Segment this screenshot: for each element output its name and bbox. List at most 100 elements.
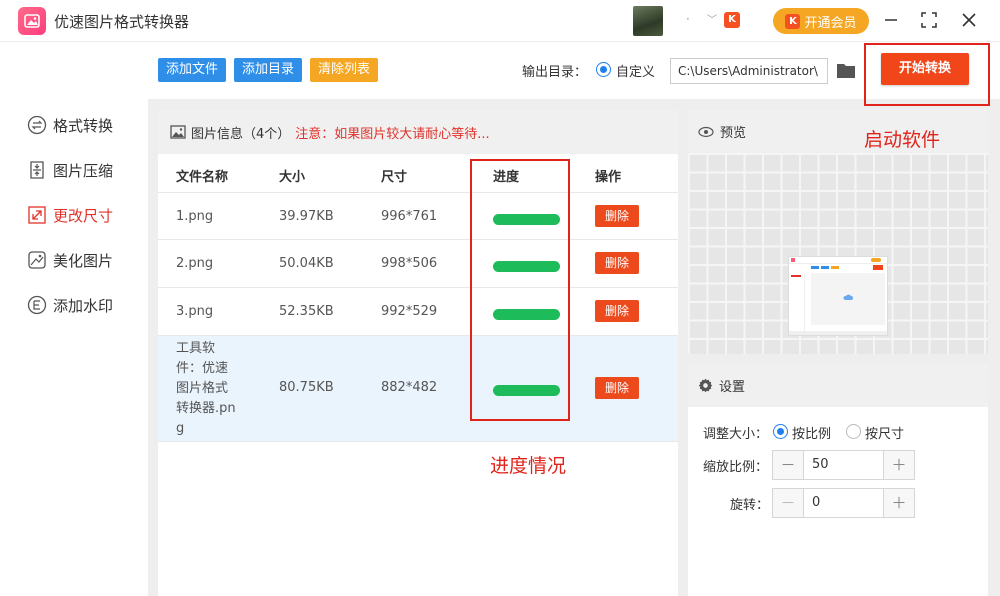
- eye-icon: [698, 126, 714, 137]
- clear-list-button[interactable]: 清除列表: [310, 58, 379, 82]
- preview-header: 预览: [688, 110, 988, 153]
- custom-output-label[interactable]: 自定义: [616, 61, 655, 80]
- output-dir-label: 输出目录：: [522, 65, 588, 80]
- format-convert-icon: [26, 115, 47, 136]
- file-dims: 992*529: [381, 304, 438, 319]
- notice-text: 注意：如果图片较大请耐心等待...: [295, 126, 490, 142]
- start-highlight-box: [864, 43, 990, 106]
- file-name-line: 件：优速: [176, 361, 229, 376]
- decrement-button[interactable]: －: [773, 451, 803, 479]
- maximize-icon: [921, 12, 937, 28]
- column-header-action: 操作: [595, 170, 622, 185]
- gear-icon: [698, 378, 713, 393]
- output-path-input[interactable]: C:\Users\Administrator\: [670, 58, 828, 84]
- preview-canvas: [688, 153, 988, 354]
- scale-ratio-input[interactable]: 50: [803, 451, 884, 479]
- preview-thumbnail: [788, 256, 888, 336]
- vip-label: 开通会员: [804, 15, 857, 31]
- minimize-icon: [885, 19, 897, 21]
- preview-panel: 预览: [688, 110, 988, 354]
- scale-mode-radio[interactable]: [773, 424, 788, 439]
- decrement-button[interactable]: －: [773, 489, 803, 517]
- column-header-dims: 尺寸: [381, 170, 408, 185]
- title-bar: 优速图片格式转换器 · ﹀ K K 开通会员: [0, 0, 1000, 42]
- close-icon: [962, 13, 976, 27]
- sidebar-item-label: 添加水印: [53, 296, 114, 315]
- cloud-icon: [843, 294, 853, 300]
- size-mode-label[interactable]: 按尺寸: [865, 423, 904, 442]
- preview-title: 预览: [720, 126, 747, 141]
- app-logo-icon: [18, 7, 46, 35]
- delete-button[interactable]: 删除: [595, 205, 639, 227]
- delete-button[interactable]: 删除: [595, 377, 639, 399]
- file-name-line: g: [176, 421, 185, 436]
- file-list-header: 图片信息（4个） 注意：如果图片较大请耐心等待...: [158, 110, 678, 154]
- resize-mode-label: 调整大小：: [703, 427, 769, 442]
- vip-k-icon: K: [785, 13, 801, 29]
- file-size: 50.04KB: [279, 256, 334, 271]
- scale-ratio-stepper[interactable]: － 50 ＋: [772, 450, 915, 480]
- file-name-line: 转换器.pn: [176, 401, 236, 416]
- settings-panel: 设置 调整大小： 按比例 按尺寸 缩放比例： － 50 ＋ 旋转： － 0 ＋: [688, 364, 988, 596]
- sidebar-item-beautify[interactable]: 美化图片: [26, 248, 113, 272]
- sidebar-item-format-convert[interactable]: 格式转换: [26, 113, 113, 137]
- image-icon: [170, 125, 186, 139]
- file-name-line: 工具软: [176, 341, 216, 356]
- open-vip-button[interactable]: K 开通会员: [773, 8, 869, 34]
- file-count-label: 图片信息（4个）: [191, 126, 291, 142]
- table-row[interactable]: 3.png 52.35KB 992*529 删除: [158, 288, 678, 336]
- file-name: 2.png: [176, 256, 214, 271]
- app-title: 优速图片格式转换器: [54, 13, 190, 31]
- maximize-button[interactable]: [918, 9, 940, 31]
- delete-button[interactable]: 删除: [595, 300, 639, 322]
- sidebar-item-compress[interactable]: 图片压缩: [26, 158, 113, 182]
- vip-badge-icon: K: [724, 12, 740, 28]
- annotation-start: 启动软件: [864, 129, 941, 151]
- user-name[interactable]: ·: [686, 12, 690, 26]
- progress-highlight-box: [470, 159, 570, 421]
- file-dims: 998*506: [381, 256, 438, 271]
- sidebar-item-watermark[interactable]: 添加水印: [26, 293, 113, 317]
- table-row[interactable]: 2.png 50.04KB 998*506 删除: [158, 240, 678, 288]
- add-folder-button[interactable]: 添加目录: [234, 58, 303, 82]
- resize-icon: [26, 205, 47, 226]
- file-size: 52.35KB: [279, 304, 334, 319]
- size-mode-radio[interactable]: [846, 424, 861, 439]
- sidebar-item-resize[interactable]: 更改尺寸: [26, 203, 113, 227]
- file-name: 工具软 件：优速 图片格式 转换器.pn g: [176, 339, 246, 439]
- close-button[interactable]: [958, 9, 980, 31]
- annotation-progress: 进度情况: [490, 455, 567, 477]
- scale-mode-label[interactable]: 按比例: [792, 423, 831, 442]
- sidebar-item-label: 图片压缩: [53, 161, 114, 180]
- rotate-stepper[interactable]: － 0 ＋: [772, 488, 915, 518]
- increment-button[interactable]: ＋: [884, 451, 914, 479]
- file-dims: 996*761: [381, 209, 438, 224]
- file-name: 1.png: [176, 209, 214, 224]
- rotate-input[interactable]: 0: [803, 489, 884, 517]
- sidebar-item-label: 格式转换: [53, 116, 114, 135]
- rotate-label: 旋转：: [730, 498, 770, 513]
- sidebar-item-label: 更改尺寸: [53, 206, 114, 225]
- avatar[interactable]: [633, 6, 663, 36]
- add-file-button[interactable]: 添加文件: [158, 58, 227, 82]
- beautify-icon: [26, 250, 47, 271]
- file-name: 3.png: [176, 304, 214, 319]
- file-size: 80.75KB: [279, 380, 334, 395]
- table-row-selected[interactable]: 工具软 件：优速 图片格式 转换器.pn g 80.75KB 882*482 删…: [158, 336, 678, 442]
- file-dims: 882*482: [381, 380, 438, 395]
- column-header-name: 文件名称: [176, 170, 229, 185]
- watermark-icon: [26, 295, 47, 316]
- compress-icon: [26, 160, 47, 181]
- sidebar-item-label: 美化图片: [53, 251, 114, 270]
- increment-button[interactable]: ＋: [884, 489, 914, 517]
- delete-button[interactable]: 删除: [595, 252, 639, 274]
- file-size: 39.97KB: [279, 209, 334, 224]
- minimize-button[interactable]: [880, 9, 902, 31]
- folder-icon[interactable]: [836, 62, 856, 79]
- scale-ratio-label: 缩放比例：: [703, 460, 769, 475]
- custom-output-radio[interactable]: [596, 62, 611, 77]
- file-name-line: 图片格式: [176, 381, 229, 396]
- table-row[interactable]: 1.png 39.97KB 996*761 删除: [158, 192, 678, 240]
- chevron-down-icon[interactable]: ﹀: [707, 11, 717, 26]
- settings-title: 设置: [719, 380, 746, 395]
